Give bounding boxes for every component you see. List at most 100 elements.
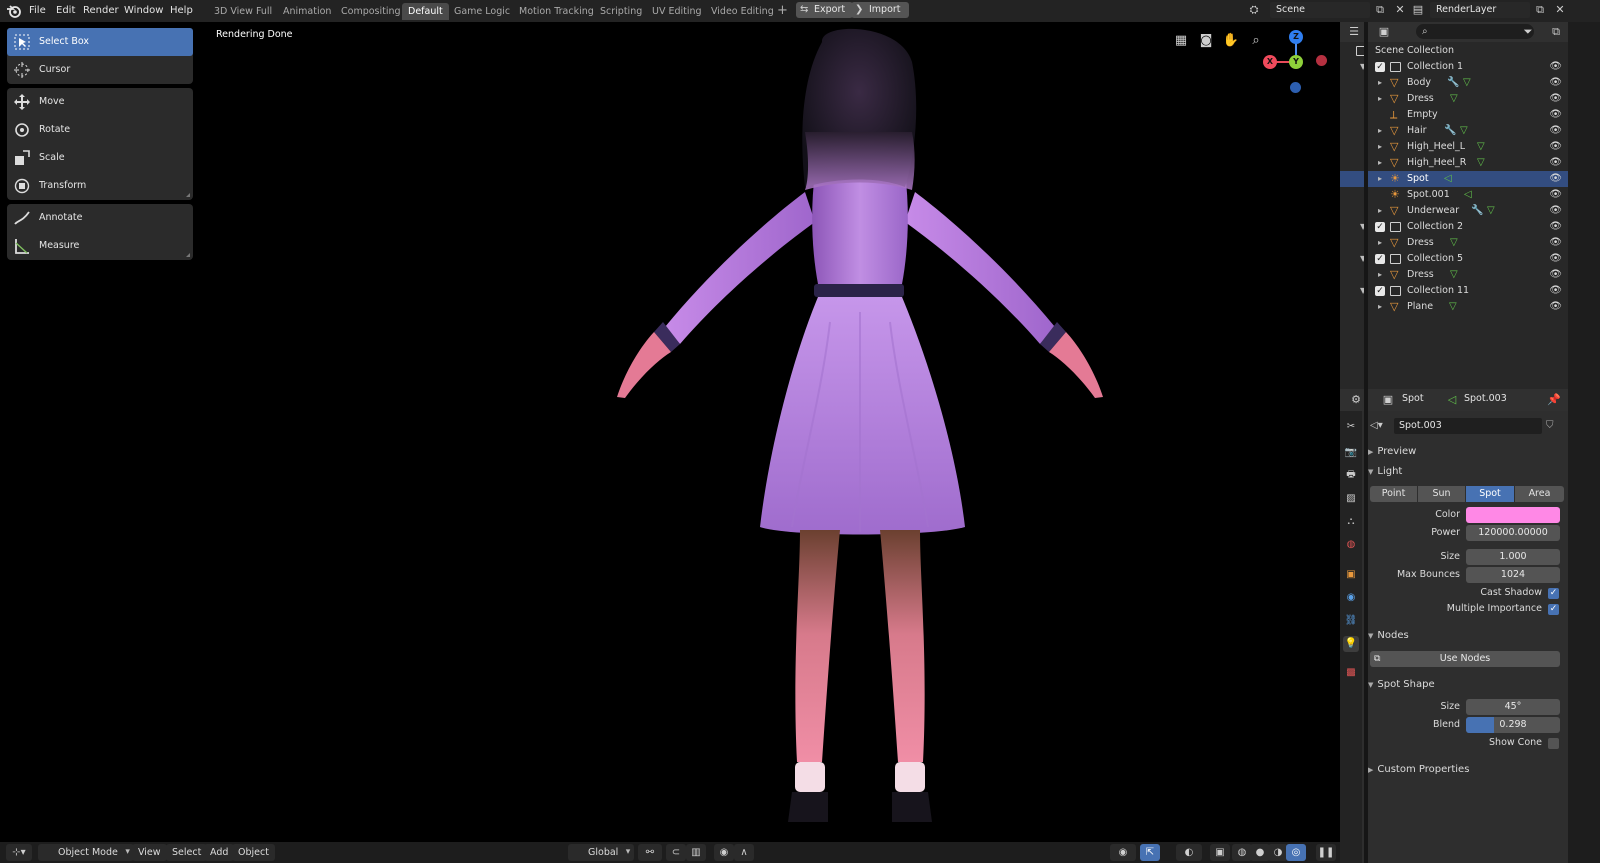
eye-icon[interactable]: 👁 [1549, 123, 1562, 139]
outliner-row-collection[interactable]: ▼ ✓ Collection 1 👁 [1340, 59, 1568, 75]
eye-icon[interactable]: 👁 [1549, 251, 1562, 267]
light-type-point[interactable]: Point [1370, 486, 1417, 502]
eye-icon[interactable]: 👁 [1549, 155, 1562, 171]
new-view-layer-icon[interactable]: ⧉ [1532, 2, 1548, 18]
outliner-row-collection[interactable]: ▼ ✓ Collection 2 👁 [1340, 219, 1568, 235]
add-menu[interactable]: Add [204, 844, 235, 861]
select-box-tool[interactable]: Select Box [7, 28, 193, 56]
eye-icon[interactable]: 👁 [1549, 267, 1562, 283]
tab-scripting[interactable]: Scripting [594, 3, 648, 20]
outliner-search-input[interactable]: ⌕ [1416, 24, 1534, 39]
use-nodes-button[interactable]: ⧉ Use Nodes [1370, 651, 1560, 667]
gizmo-y-axis[interactable]: Y [1289, 55, 1303, 69]
outliner-row-scene-collection[interactable]: Scene Collection [1340, 43, 1568, 59]
render-layer-browse-icon[interactable]: ▤ [1410, 2, 1426, 18]
size-field[interactable]: 1.000 [1466, 549, 1560, 565]
light-panel-header[interactable]: ▼ Light [1368, 464, 1402, 480]
outliner-row-object-selected[interactable]: ▸ ☀ Spot ◁ 👁 [1340, 171, 1568, 187]
checkbox-icon[interactable]: ✓ [1375, 62, 1385, 72]
filter-icon[interactable]: ⏷ [1520, 24, 1536, 40]
visibility-icon[interactable]: ◉ [1110, 844, 1136, 861]
material-shading-icon[interactable]: ◑ [1268, 844, 1288, 861]
light-type-area[interactable]: Area [1515, 486, 1564, 502]
modifier-wrench-icon[interactable]: 🔧 [1471, 203, 1483, 219]
pivot-icon[interactable]: ⚯ [638, 844, 662, 861]
scale-tool[interactable]: Scale [7, 144, 193, 172]
eye-icon[interactable]: 👁 [1549, 171, 1562, 187]
eye-icon[interactable]: 👁 [1549, 91, 1562, 107]
cursor-tool[interactable]: Cursor [7, 56, 193, 84]
light-data-icon[interactable]: ◁ [1444, 171, 1452, 187]
outliner-editor-icon[interactable]: ☰ [1346, 24, 1362, 40]
nodes-panel-header[interactable]: ▼ Nodes [1368, 628, 1409, 644]
spot-shape-panel-header[interactable]: ▼ Spot Shape [1368, 677, 1435, 693]
render-tab-icon[interactable]: 📷 [1343, 445, 1359, 461]
view-menu[interactable]: View [132, 844, 167, 861]
eye-icon[interactable]: 👁 [1549, 75, 1562, 91]
transform-tool[interactable]: Transform [7, 172, 193, 200]
multiple-importance-checkbox[interactable]: ✓ [1548, 604, 1559, 615]
rendered-shading-icon[interactable]: ◎ [1286, 844, 1306, 861]
pan-hand-icon[interactable]: ✋ [1222, 32, 1240, 50]
expand-icon[interactable]: ▸ [1378, 139, 1382, 155]
solid-shading-icon[interactable]: ● [1250, 844, 1270, 861]
new-collection-icon[interactable]: ⧉ [1548, 24, 1564, 40]
tab-compositing[interactable]: Compositing [335, 3, 407, 20]
properties-editor-icon[interactable]: ⚙ [1348, 392, 1364, 408]
measure-tool[interactable]: Measure [7, 232, 193, 260]
expand-icon[interactable]: ▸ [1378, 155, 1382, 171]
light-data-tab-icon[interactable]: 💡 [1343, 636, 1359, 652]
eye-icon[interactable]: 👁 [1549, 219, 1562, 235]
eye-icon[interactable]: 👁 [1549, 187, 1562, 203]
move-tool[interactable]: Move [7, 88, 193, 116]
outliner-row-collection[interactable]: ▼ ✓ Collection 11 👁 [1340, 283, 1568, 299]
blender-logo-icon[interactable] [6, 3, 22, 19]
select-menu[interactable]: Select [166, 844, 208, 861]
wireframe-shading-icon[interactable]: ◍ [1232, 844, 1252, 861]
outliner-row-object[interactable]: ▸ ▽ Dress ▽ 👁 [1340, 91, 1568, 107]
display-mode-icon[interactable]: ▣ [1376, 24, 1392, 40]
preview-panel-header[interactable]: ▶ Preview [1368, 444, 1416, 460]
expand-icon[interactable]: ▸ [1378, 203, 1382, 219]
falloff-icon[interactable]: ∧ [734, 844, 754, 861]
max-bounces-field[interactable]: 1024 [1466, 567, 1560, 583]
tool-tab-icon[interactable]: ✂ [1343, 419, 1359, 435]
checkbox-icon[interactable]: ✓ [1375, 254, 1385, 264]
world-tab-icon[interactable]: ◍ [1343, 537, 1359, 553]
xray-icon[interactable]: ▣ [1210, 844, 1230, 861]
view-layer-tab-icon[interactable]: ▨ [1343, 491, 1359, 507]
overlay-icon[interactable]: ◐ [1176, 844, 1202, 861]
mesh-data-icon[interactable]: ▽ [1460, 123, 1468, 139]
tab-game-logic[interactable]: Game Logic [448, 3, 516, 20]
expand-icon[interactable]: ▸ [1378, 299, 1382, 315]
outliner-row-collection[interactable]: ▼ ✓ Collection 5 👁 [1340, 251, 1568, 267]
area-divider[interactable] [1364, 22, 1368, 863]
menu-render[interactable]: Render [83, 3, 119, 19]
rotate-tool[interactable]: Rotate [7, 116, 193, 144]
expand-icon[interactable]: ▸ [1378, 267, 1382, 283]
eye-icon[interactable]: 👁 [1549, 283, 1562, 299]
tab-video-editing[interactable]: Video Editing [705, 3, 780, 20]
tab-default[interactable]: Default [402, 3, 449, 20]
menu-edit[interactable]: Edit [56, 3, 75, 19]
cast-shadow-checkbox[interactable]: ✓ [1548, 588, 1559, 599]
mesh-data-icon[interactable]: ▽ [1450, 267, 1458, 283]
custom-properties-panel-header[interactable]: ▶ Custom Properties [1368, 762, 1469, 778]
grid-view-icon[interactable]: ▦ [1172, 32, 1190, 50]
navigation-gizmo[interactable]: Z Y X [1260, 27, 1335, 102]
gizmo-neg-z-axis[interactable] [1290, 82, 1301, 93]
light-type-sun[interactable]: Sun [1418, 486, 1465, 502]
3d-viewport[interactable]: Select Box Cursor Move Rotate Scale Tran… [0, 22, 1364, 842]
scene-field[interactable]: Scene [1270, 2, 1370, 18]
new-scene-icon[interactable]: ⧉ [1372, 2, 1388, 18]
outliner-row-object[interactable]: ⟂ Empty 👁 [1340, 107, 1568, 123]
camera-view-icon[interactable]: ◙ [1197, 32, 1215, 50]
checkbox-icon[interactable]: ✓ [1375, 222, 1385, 232]
expand-icon[interactable]: ▸ [1378, 123, 1382, 139]
outliner-row-object[interactable]: ▸ ▽ Plane ▽ 👁 [1340, 299, 1568, 315]
outliner-row-object[interactable]: ▸ ▽ Body 🔧 ▽ 👁 [1340, 75, 1568, 91]
tab-3d-view-full[interactable]: 3D View Full [208, 3, 278, 20]
menu-file[interactable]: File [29, 3, 46, 19]
mesh-data-icon[interactable]: ▽ [1477, 155, 1485, 171]
tab-animation[interactable]: Animation [277, 3, 337, 20]
